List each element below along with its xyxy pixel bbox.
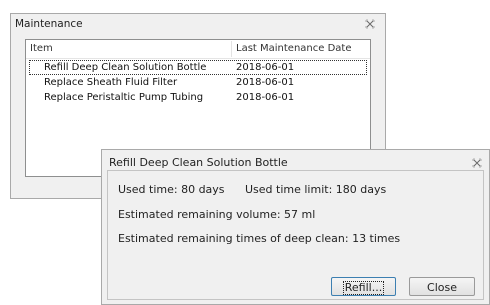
close-icon-glyph [472, 158, 482, 168]
close-icon-glyph [365, 19, 375, 29]
item-date: 2018-06-01 [236, 92, 295, 103]
refill-button-label: Refill... [342, 281, 385, 295]
item-date: 2018-06-01 [236, 62, 295, 73]
close-icon[interactable] [471, 157, 483, 169]
used-time-limit-text: Used time limit: 180 days [245, 183, 387, 196]
refill-dialog-title: Refill Deep Clean Solution Bottle [109, 156, 288, 169]
used-time-text: Used time: 80 days [118, 183, 225, 196]
list-header: Item Last Maintenance Date [26, 40, 370, 59]
close-icon[interactable] [364, 18, 376, 30]
remaining-times-text: Estimated remaining times of deep clean:… [118, 232, 401, 245]
maintenance-window-title: Maintenance [15, 18, 83, 30]
column-separator[interactable] [231, 41, 232, 57]
refill-button[interactable]: Refill... [331, 277, 396, 296]
column-header-item[interactable]: Item [30, 43, 53, 54]
list-item[interactable]: Refill Deep Clean Solution Bottle 2018-0… [29, 60, 367, 75]
list-item[interactable]: Replace Peristaltic Pump Tubing 2018-06-… [29, 90, 367, 105]
screen: Maintenance Item Last Maintenance Date R… [0, 0, 490, 305]
close-button[interactable]: Close [409, 277, 475, 296]
item-name: Refill Deep Clean Solution Bottle [44, 62, 207, 73]
column-header-last-maintenance-date[interactable]: Last Maintenance Date [236, 43, 352, 54]
item-date: 2018-06-01 [236, 77, 295, 88]
maintenance-titlebar: Maintenance [11, 14, 385, 34]
item-name: Replace Peristaltic Pump Tubing [44, 92, 204, 103]
item-name: Replace Sheath Fluid Filter [44, 77, 178, 88]
list-item[interactable]: Replace Sheath Fluid Filter 2018-06-01 [29, 75, 367, 90]
remaining-volume-text: Estimated remaining volume: 57 ml [118, 208, 316, 221]
refill-dialog: Refill Deep Clean Solution Bottle Used t… [101, 149, 490, 305]
